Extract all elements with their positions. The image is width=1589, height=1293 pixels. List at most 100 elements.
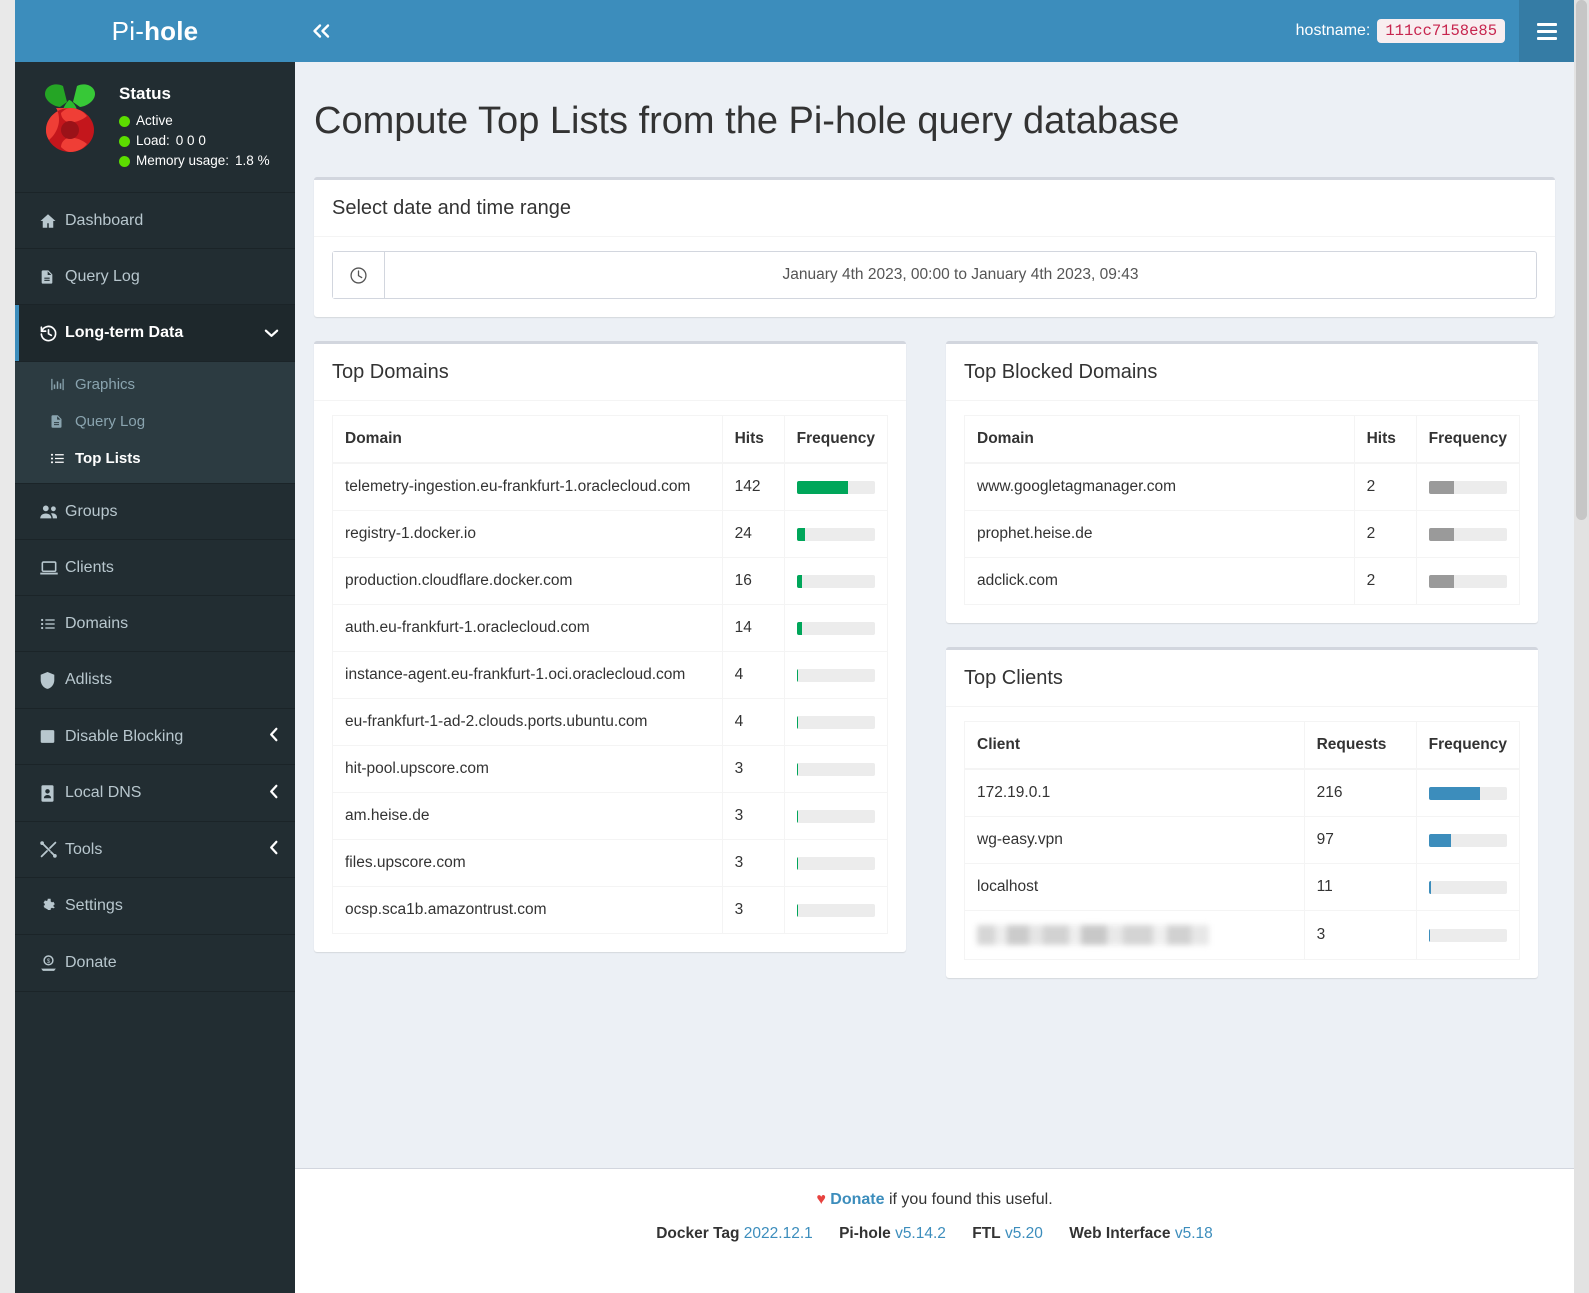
table-row[interactable]: am.heise.de 3 — [332, 792, 889, 840]
top-blocked-domains-table: Domain Hits Frequency www.googletagmanag… — [964, 415, 1521, 605]
table-row[interactable]: 172.19.0.1 216 — [964, 768, 1521, 817]
column-header-requests: Requests — [1303, 721, 1417, 770]
sidebar-nav-donate: $ Donate — [15, 935, 295, 992]
sidebar-item-donate[interactable]: $ Donate — [15, 935, 295, 991]
sidebar-item-label: Domains — [65, 614, 129, 632]
table-row[interactable]: ocsp.sca1b.amazontrust.com 3 — [332, 886, 889, 934]
top-domains-panel: Top Domains Domain Hits Frequency teleme… — [314, 341, 906, 952]
frequency-bar-fill — [796, 856, 798, 870]
table-row[interactable]: www.googletagmanager.com 2 — [964, 462, 1521, 511]
version-value[interactable]: v5.18 — [1175, 1225, 1213, 1242]
table-row[interactable]: eu-frankfurt-1-ad-2.clouds.ports.ubuntu.… — [332, 698, 889, 746]
frequency-cell — [783, 792, 889, 840]
hits-cell: 3 — [721, 792, 785, 840]
date-range-value: January 4th 2023, 00:00 to January 4th 2… — [782, 266, 1139, 283]
status-load-value: 0 0 0 — [175, 133, 206, 148]
top-clients-tbody: 172.19.0.1 216 wg-easy.vpn 97 localhost 11 3 — [964, 768, 1521, 960]
frequency-bar-fill — [1428, 574, 1455, 588]
table-row[interactable]: localhost 11 — [964, 863, 1521, 911]
sidebar-item-groups[interactable]: Groups — [15, 484, 295, 540]
menu-toggle-button[interactable] — [1519, 0, 1574, 62]
sidebar-item-label: Clients — [65, 558, 114, 576]
frequency-cell — [783, 651, 889, 699]
file-icon — [39, 268, 65, 286]
domain-cell: production.cloudflare.docker.com — [332, 557, 723, 605]
status-dot-icon — [119, 115, 130, 127]
sidebar-item-adlists[interactable]: Adlists — [15, 652, 295, 708]
frequency-cell — [1415, 816, 1521, 864]
sidebar-subitem-top-lists[interactable]: Top Lists — [15, 440, 295, 477]
sidebar-item-domains[interactable]: Domains — [15, 596, 295, 652]
hits-cell: 142 — [721, 462, 785, 511]
table-row[interactable]: 3 — [964, 910, 1521, 960]
sidebar-item-clients[interactable]: Clients — [15, 540, 295, 596]
sidebar-item-tools[interactable]: Tools — [15, 822, 295, 878]
frequency-cell — [1415, 462, 1521, 511]
top-blocked-domains-body: Domain Hits Frequency www.googletagmanag… — [946, 401, 1538, 623]
scrollbar-thumb[interactable] — [1576, 0, 1587, 520]
domain-cell: hit-pool.upscore.com — [332, 745, 723, 793]
table-row[interactable]: auth.eu-frankfurt-1.oraclecloud.com 14 — [332, 604, 889, 652]
date-range-input[interactable]: January 4th 2023, 00:00 to January 4th 2… — [332, 251, 1537, 299]
page-scrollbar[interactable] — [1574, 0, 1589, 1293]
table-row[interactable]: production.cloudflare.docker.com 16 — [332, 557, 889, 605]
hostname-value: 111cc7158e85 — [1377, 19, 1505, 43]
table-row[interactable]: adclick.com 2 — [964, 557, 1521, 605]
hits-cell: 3 — [721, 839, 785, 887]
column-header-frequency: Frequency — [1415, 415, 1521, 464]
status-memory-value: 1.8 % — [235, 153, 270, 168]
sidebar-item-dashboard[interactable]: Dashboard — [15, 193, 295, 249]
brand-logo[interactable]: Pi-hole — [15, 0, 295, 62]
sidebar-subitem-graphics[interactable]: Graphics — [15, 366, 295, 403]
client-cell: localhost — [964, 863, 1305, 911]
square-icon — [39, 728, 65, 745]
frequency-bar — [796, 715, 875, 729]
version-value[interactable]: v5.14.2 — [895, 1225, 946, 1242]
shield-icon — [39, 671, 65, 690]
domain-cell: ocsp.sca1b.amazontrust.com — [332, 886, 723, 934]
sidebar-item-label: Disable Blocking — [65, 727, 184, 745]
top-blocked-domains-tbody: www.googletagmanager.com 2 prophet.heise.d… — [964, 462, 1521, 605]
top-clients-panel: Top Clients Client Requests Frequency 17… — [946, 647, 1538, 978]
column-header-hits: Hits — [1353, 415, 1417, 464]
domain-cell: instance-agent.eu-frankfurt-1.oci.oracle… — [332, 651, 723, 699]
client-cell: wg-easy.vpn — [964, 816, 1305, 864]
table-row[interactable]: instance-agent.eu-frankfurt-1.oci.oracle… — [332, 651, 889, 699]
frequency-cell — [783, 745, 889, 793]
sidebar-subitem-query-log[interactable]: Query Log — [15, 403, 295, 440]
sidebar-item-disable-blocking[interactable]: Disable Blocking — [15, 709, 295, 765]
page-footer: ♥ Donate if you found this useful. Docke… — [295, 1168, 1574, 1293]
sidebar-item-settings[interactable]: Settings — [15, 878, 295, 934]
requests-cell: 97 — [1303, 816, 1417, 864]
frequency-bar — [1428, 480, 1507, 494]
donate-link[interactable]: Donate — [830, 1191, 884, 1208]
table-row[interactable]: wg-easy.vpn 97 — [964, 816, 1521, 864]
table-row[interactable]: telemetry-ingestion.eu-frankfurt-1.oracl… — [332, 462, 889, 511]
client-cell: 172.19.0.1 — [964, 768, 1305, 817]
raspberry-pi-logo-icon — [45, 84, 95, 152]
table-row[interactable]: prophet.heise.de 2 — [964, 510, 1521, 558]
hamburger-icon-bar — [1536, 22, 1557, 26]
sidebar-item-long-term-data[interactable]: Long-term Data — [15, 305, 295, 361]
version-value[interactable]: v5.20 — [1005, 1225, 1043, 1242]
sidebar-nav-management: Groups Clients Domains Adlists — [15, 484, 295, 709]
top-blocked-domains-header: Top Blocked Domains — [946, 344, 1538, 401]
table-row[interactable]: files.upscore.com 3 — [332, 839, 889, 887]
table-row[interactable]: hit-pool.upscore.com 3 — [332, 745, 889, 793]
frequency-bar — [796, 903, 875, 917]
chevron-left-icon — [269, 727, 279, 746]
topbar-right-group: hostname: 111cc7158e85 — [1296, 0, 1574, 62]
frequency-bar — [796, 809, 875, 823]
frequency-bar — [796, 621, 875, 635]
table-row[interactable]: registry-1.docker.io 24 — [332, 510, 889, 558]
sidebar-item-local-dns[interactable]: Local DNS — [15, 765, 295, 821]
requests-cell: 3 — [1303, 910, 1417, 960]
frequency-bar — [796, 762, 875, 776]
sidebar-collapse-button[interactable] — [295, 0, 349, 62]
frequency-bar — [1428, 880, 1507, 894]
status-active-label: Active — [136, 113, 173, 128]
sidebar-item-query-log[interactable]: Query Log — [15, 249, 295, 305]
version-value[interactable]: 2022.12.1 — [744, 1225, 813, 1242]
sidebar-item-label: Tools — [65, 840, 103, 858]
hits-cell: 24 — [721, 510, 785, 558]
